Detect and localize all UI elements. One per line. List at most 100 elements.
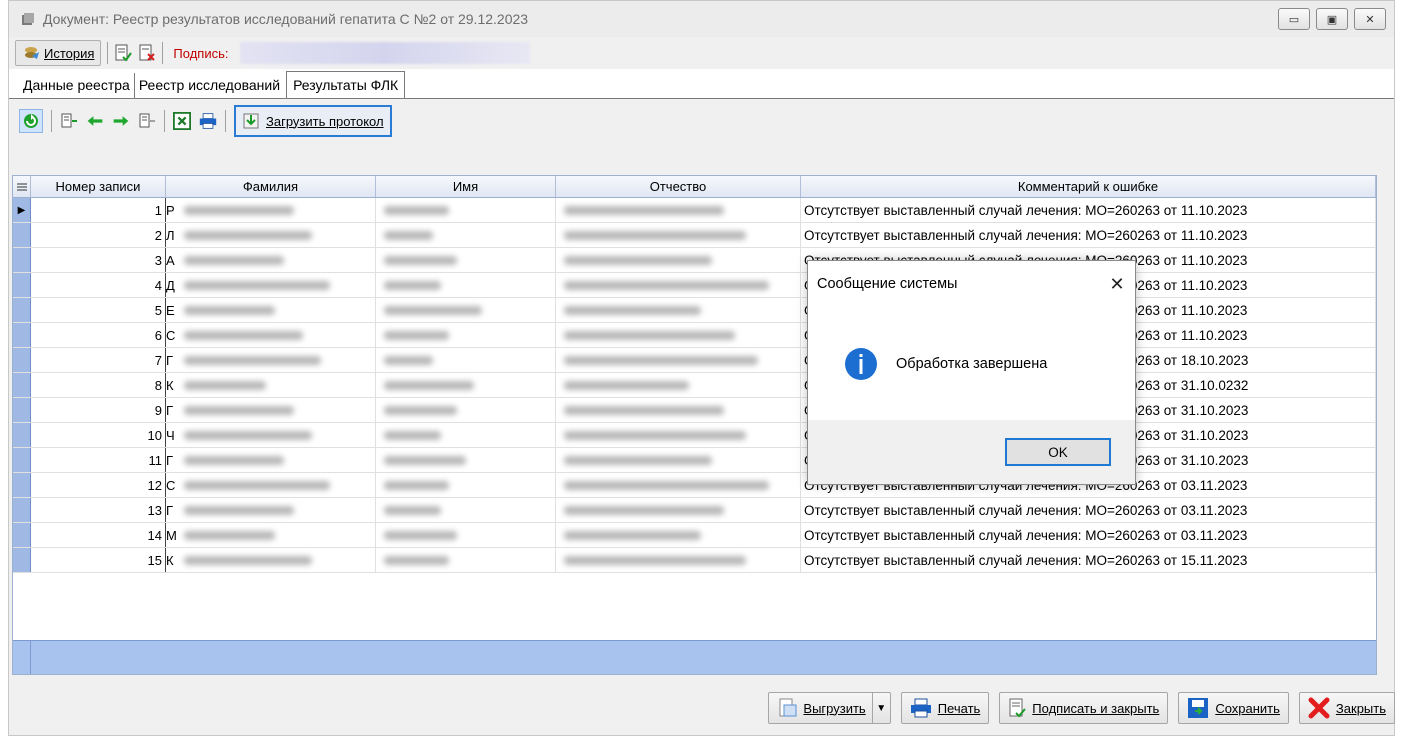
row-indicator[interactable] (13, 398, 31, 422)
printer-icon[interactable] (199, 112, 217, 130)
dialog-close-icon[interactable]: ✕ (1099, 274, 1135, 295)
row-indicator[interactable] (13, 223, 31, 247)
row-indicator[interactable] (13, 323, 31, 347)
table-row[interactable]: 10ЧОтсутствует выставленный случай лечен… (13, 423, 1376, 448)
column-header-last-name[interactable]: Фамилия (166, 176, 376, 197)
row-indicator[interactable] (13, 348, 31, 372)
row-indicator[interactable] (13, 273, 31, 297)
table-row[interactable]: 4ДОтсутствует выставленный случай лечени… (13, 273, 1376, 298)
last-name-initial: С (166, 477, 176, 493)
unsign-document-icon[interactable] (138, 44, 156, 62)
row-indicator[interactable]: ▶ (13, 198, 31, 222)
redacted-text (376, 373, 555, 397)
redacted-text (556, 198, 800, 222)
row-indicator[interactable] (13, 373, 31, 397)
chevron-down-icon[interactable]: ▼ (871, 693, 890, 723)
table-row[interactable]: 5ЕОтсутствует выставленный случай лечени… (13, 298, 1376, 323)
row-indicator[interactable] (13, 448, 31, 472)
arrow-left-icon[interactable] (86, 112, 104, 130)
tab-registry-data[interactable]: Данные реестра (19, 73, 135, 98)
cell-record-number: 9 (31, 398, 166, 422)
redacted-text (556, 248, 800, 272)
print-button[interactable]: Печать (900, 692, 990, 724)
export-button[interactable]: Выгрузить ▼ (768, 692, 891, 724)
redacted-text (176, 523, 376, 547)
cell-last-name: К (166, 373, 376, 397)
info-icon (845, 348, 877, 380)
history-button[interactable]: История (15, 40, 102, 66)
first-record-icon[interactable] (60, 112, 78, 130)
row-indicator[interactable] (13, 498, 31, 522)
row-indicator[interactable] (13, 423, 31, 447)
column-header-error-comment[interactable]: Комментарий к ошибке (801, 176, 1376, 197)
sign-and-close-button[interactable]: Подписать и закрыть (999, 692, 1169, 724)
column-header-record-number[interactable]: Номер записи (31, 176, 166, 197)
table-row[interactable]: 14 М Отсутствует выставленный случай лечен… (13, 523, 1376, 548)
tab-flk-results[interactable]: Результаты ФЛК (286, 71, 406, 98)
signature-field (240, 42, 531, 64)
record-number: 15 (147, 552, 162, 568)
close-red-icon (1308, 697, 1330, 719)
last-record-icon[interactable] (138, 112, 156, 130)
close-window-button[interactable]: ✕ (1354, 8, 1386, 30)
cell-patronymic (556, 348, 801, 372)
toolbar-separator (164, 110, 165, 132)
close-button[interactable]: Закрыть (1298, 692, 1395, 724)
row-indicator[interactable] (13, 248, 31, 272)
sign-document-icon[interactable] (114, 44, 133, 62)
cell-error-comment: Отсутствует выставленный случай лечения:… (801, 548, 1376, 572)
cell-last-name: С (166, 323, 376, 347)
redacted-text (176, 298, 376, 322)
table-row[interactable]: 9ГОтсутствует выставленный случай лечени… (13, 398, 1376, 423)
table-row[interactable]: 12 С Отсутствует выставленный случай лечен… (13, 473, 1376, 498)
row-indicator[interactable] (13, 548, 31, 572)
cell-record-number: 8 (31, 373, 166, 397)
redacted-text (376, 398, 555, 422)
row-indicator[interactable] (13, 298, 31, 322)
column-chooser-icon[interactable] (13, 176, 31, 197)
cell-last-name: Е (166, 298, 376, 322)
cell-last-name: Г (166, 398, 376, 422)
cell-record-number: 6 (31, 323, 166, 347)
column-header-patronymic[interactable]: Отчество (556, 176, 801, 197)
table-row[interactable]: 6СОтсутствует выставленный случай лечени… (13, 323, 1376, 348)
table-row[interactable]: 15 К Отсутствует выставленный случай лечен… (13, 548, 1376, 573)
cell-first-name (376, 248, 556, 272)
summary-indicator (13, 641, 31, 674)
load-protocol-button[interactable]: Загрузить протокол (234, 105, 392, 137)
table-row[interactable]: 8КОтсутствует выставленный случай лечени… (13, 373, 1376, 398)
excel-export-icon[interactable] (173, 112, 191, 130)
error-comment: Отсутствует выставленный случай лечения:… (804, 502, 1248, 518)
toolbar-separator (107, 42, 109, 64)
cell-last-name: Г (166, 448, 376, 472)
table-row[interactable]: 13 Г Отсутствует выставленный случай лечен… (13, 498, 1376, 523)
table-row[interactable]: 2 Л Отсутствует выставленный случай лечени… (13, 223, 1376, 248)
row-indicator[interactable] (13, 473, 31, 497)
maximize-button[interactable]: ▣ (1316, 8, 1348, 30)
error-comment: Отсутствует выставленный случай лечения:… (804, 202, 1248, 218)
save-button[interactable]: Сохранить (1178, 692, 1289, 724)
arrow-right-icon[interactable] (112, 112, 130, 130)
cell-patronymic (556, 523, 801, 547)
load-protocol-icon (243, 113, 259, 129)
record-number: 12 (147, 477, 162, 493)
cell-record-number: 4 (31, 273, 166, 297)
column-header-first-name[interactable]: Имя (376, 176, 556, 197)
ok-button[interactable]: OK (1005, 438, 1111, 466)
last-name-initial: Г (166, 452, 174, 468)
cell-last-name: А (166, 248, 376, 272)
table-row[interactable]: 3АОтсутствует выставленный случай лечени… (13, 248, 1376, 273)
table-row[interactable]: ▶ 1 Р Отсутствует выставленный случай лечен… (13, 198, 1376, 223)
redacted-text (376, 498, 555, 522)
redacted-text (176, 273, 376, 297)
minimize-button[interactable]: ▭ (1278, 8, 1310, 30)
row-indicator[interactable] (13, 523, 31, 547)
table-row[interactable]: 11ГОтсутствует выставленный случай лечен… (13, 448, 1376, 473)
table-row[interactable]: 7ГОтсутствует выставленный случай лечени… (13, 348, 1376, 373)
refresh-icon[interactable] (19, 109, 43, 133)
redacted-text (376, 423, 555, 447)
redacted-text (376, 348, 555, 372)
tab-research-registry[interactable]: Реестр исследований (135, 73, 284, 98)
cell-error-comment: Отсутствует выставленный случай лечения:… (801, 198, 1376, 222)
cell-first-name (376, 398, 556, 422)
